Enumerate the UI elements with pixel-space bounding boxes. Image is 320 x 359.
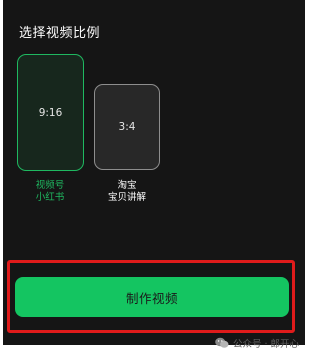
section-title: 选择视频比例	[19, 26, 101, 41]
wechat-icon	[215, 337, 229, 349]
ratio-caption-line: 淘宝	[117, 180, 137, 191]
ratio-option-3-4[interactable]: 3:4	[94, 84, 160, 170]
watermark-text: 公众号 · 郎开心	[232, 339, 299, 350]
make-video-button[interactable]: 制作视频	[15, 277, 289, 317]
ratio-caption-9-16: 视频号 小红书	[10, 180, 90, 204]
ratio-caption-3-4: 淘宝 宝贝讲解	[87, 180, 167, 204]
ratio-label: 9:16	[38, 106, 63, 119]
ratio-caption-line: 小红书	[35, 192, 65, 203]
ratio-caption-line: 宝贝讲解	[107, 192, 146, 203]
ratio-label: 3:4	[118, 121, 136, 133]
ratio-caption-line: 视频号	[35, 180, 65, 191]
ratio-option-9-16[interactable]: 9:16	[17, 54, 84, 171]
watermark: 公众号 · 郎开心	[215, 336, 299, 350]
